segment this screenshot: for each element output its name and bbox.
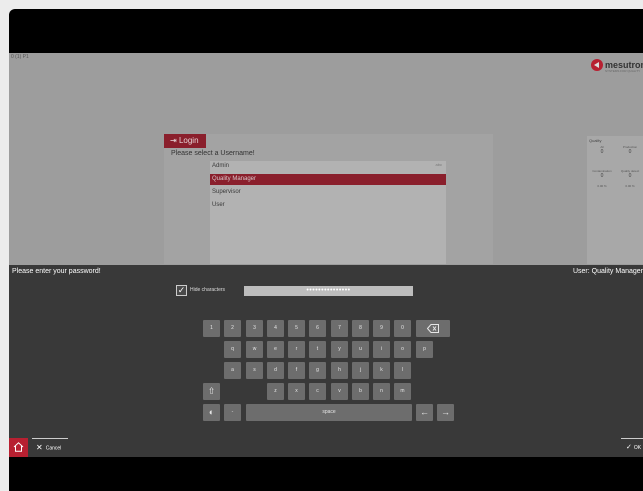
home-button[interactable] xyxy=(9,438,28,457)
quality-title: Quality xyxy=(589,138,602,143)
globe-icon: ◐ xyxy=(208,407,215,417)
key-t[interactable]: t xyxy=(309,341,326,358)
password-field[interactable]: ••••••••••••••• xyxy=(244,286,413,296)
key-o[interactable]: o xyxy=(394,341,411,358)
key-9[interactable]: 9 xyxy=(373,320,390,337)
username-item[interactable]: User xyxy=(210,200,446,211)
backspace-icon xyxy=(426,324,439,333)
backspace-key[interactable] xyxy=(416,320,450,337)
key-y[interactable]: y xyxy=(331,341,348,358)
key-6[interactable]: 6 xyxy=(309,320,326,337)
quality-cell: Production 0 xyxy=(622,145,638,155)
key-d[interactable]: d xyxy=(267,362,284,379)
login-prompt: Please select a Username! xyxy=(171,150,255,157)
login-tab: ⇥ Login xyxy=(164,134,206,148)
space-key[interactable]: space xyxy=(246,404,412,421)
key-g[interactable]: g xyxy=(309,362,326,379)
key-4[interactable]: 4 xyxy=(267,320,284,337)
key-v[interactable]: v xyxy=(331,383,348,400)
username-list: abc Admin Quality Manager Supervisor Use… xyxy=(210,161,446,264)
key-3[interactable]: 3 xyxy=(246,320,263,337)
key-1[interactable]: 1 xyxy=(203,320,220,337)
check-icon: ✓ xyxy=(626,444,632,451)
login-title: Login xyxy=(178,136,199,145)
hide-characters-checkbox[interactable]: ✓ xyxy=(176,285,187,296)
login-panel: ⇥ Login Please select a Username! abc Ad… xyxy=(164,134,493,264)
username-item[interactable]: Supervisor xyxy=(210,187,446,198)
current-user-label: User: Quality Manager xyxy=(572,268,643,275)
key-w[interactable]: w xyxy=(246,341,263,358)
shift-icon: ⇧ xyxy=(207,386,216,396)
key-s[interactable]: s xyxy=(246,362,263,379)
ok-label: OK xyxy=(633,445,642,451)
key-x[interactable]: x xyxy=(288,383,305,400)
logo-subtitle: SYSTEMS FOR QUALITY xyxy=(605,69,641,73)
cursor-left-key[interactable]: ← xyxy=(416,404,433,421)
key-q[interactable]: q xyxy=(224,341,241,358)
close-icon: ✕ xyxy=(36,443,43,452)
quality-cell: All 0 xyxy=(600,145,604,155)
status-tag: 0 (1) P1 xyxy=(11,54,29,60)
key-n[interactable]: n xyxy=(373,383,390,400)
key-2[interactable]: 2 xyxy=(224,320,241,337)
device-frame: 0 (1) P1 mesutroni SYSTEMS FOR QUALITY ⇥… xyxy=(9,9,643,491)
app-screen: 0 (1) P1 mesutroni SYSTEMS FOR QUALITY ⇥… xyxy=(9,53,643,457)
key-r[interactable]: r xyxy=(288,341,305,358)
quality-cell: Contamination 0 xyxy=(592,169,612,179)
shift-key[interactable]: ⇧ xyxy=(203,383,220,400)
key-a[interactable]: a xyxy=(224,362,241,379)
key-e[interactable]: e xyxy=(267,341,284,358)
key-8[interactable]: 8 xyxy=(352,320,369,337)
key-i[interactable]: i xyxy=(373,341,390,358)
quality-cell: 0.00 % xyxy=(597,184,607,188)
logo-icon xyxy=(591,59,603,71)
key-f[interactable]: f xyxy=(288,362,305,379)
key-0[interactable]: 0 xyxy=(394,320,411,337)
key-5[interactable]: 5 xyxy=(288,320,305,337)
login-icon: ⇥ xyxy=(170,136,179,145)
key-p[interactable]: p xyxy=(416,341,433,358)
key-m[interactable]: m xyxy=(394,383,411,400)
dash-key[interactable]: - xyxy=(224,404,241,421)
key-j[interactable]: j xyxy=(352,362,369,379)
quality-panel: Quality All 0 Production 0 Contamination 0 … xyxy=(587,136,643,264)
key-b[interactable]: b xyxy=(352,383,369,400)
cancel-button[interactable]: ✕ Cancel xyxy=(32,438,68,457)
cursor-right-key[interactable]: → xyxy=(437,404,454,421)
ok-button[interactable]: ✓ OK xyxy=(621,438,643,457)
key-c[interactable]: c xyxy=(309,383,326,400)
key-l[interactable]: l xyxy=(394,362,411,379)
password-prompt: Please enter your password! xyxy=(12,268,101,275)
quality-cell: Quality detect 0 xyxy=(620,169,640,179)
language-key[interactable]: ◐ xyxy=(203,404,220,421)
key-h[interactable]: h xyxy=(331,362,348,379)
key-z[interactable]: z xyxy=(267,383,284,400)
username-item-selected[interactable]: Quality Manager xyxy=(210,174,446,185)
password-keyboard-overlay: Please enter your password! User: Qualit… xyxy=(9,265,643,457)
cancel-label: Cancel xyxy=(45,445,62,452)
mesutronic-logo: mesutroni SYSTEMS FOR QUALITY xyxy=(591,59,643,73)
quality-cell: 0.00 % xyxy=(625,184,635,188)
arrow-right-icon: → xyxy=(441,407,450,417)
key-k[interactable]: k xyxy=(373,362,390,379)
key-7[interactable]: 7 xyxy=(331,320,348,337)
home-icon xyxy=(13,442,24,452)
username-item[interactable]: Admin xyxy=(210,161,446,172)
hide-characters-label: Hide characters xyxy=(190,287,226,293)
key-u[interactable]: u xyxy=(352,341,369,358)
arrow-left-icon: ← xyxy=(420,407,429,417)
